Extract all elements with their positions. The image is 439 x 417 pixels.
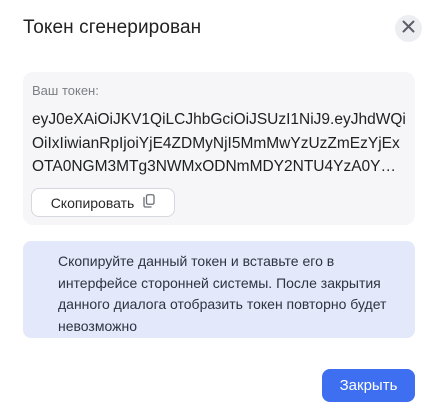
copy-button-label: Скопировать [50, 194, 135, 211]
notice-panel: Скопируйте данный токен и вставьте его в… [23, 241, 415, 338]
token-label: Ваш токен: [32, 83, 99, 98]
token-panel: Ваш токен: eyJ0eXAiOiJKV1QiLCJhbGciOiJSU… [23, 72, 415, 225]
close-icon [402, 20, 415, 38]
token-value: eyJ0eXAiOiJKV1QiLCJhbGciOiJSUzI1NiJ9.eyJ… [32, 111, 406, 175]
close-dialog-button[interactable] [395, 15, 422, 42]
dialog-title: Токен сгенерирован [23, 17, 202, 38]
token-dialog: Токен сгенерирован Ваш токен: eyJ0eXAiOi… [0, 0, 439, 417]
close-button[interactable]: Закрыть [322, 369, 415, 402]
copy-token-button[interactable]: Скопировать [31, 188, 175, 217]
notice-text: Скопируйте данный токен и вставьте его в… [58, 253, 387, 334]
copy-icon [143, 194, 155, 211]
